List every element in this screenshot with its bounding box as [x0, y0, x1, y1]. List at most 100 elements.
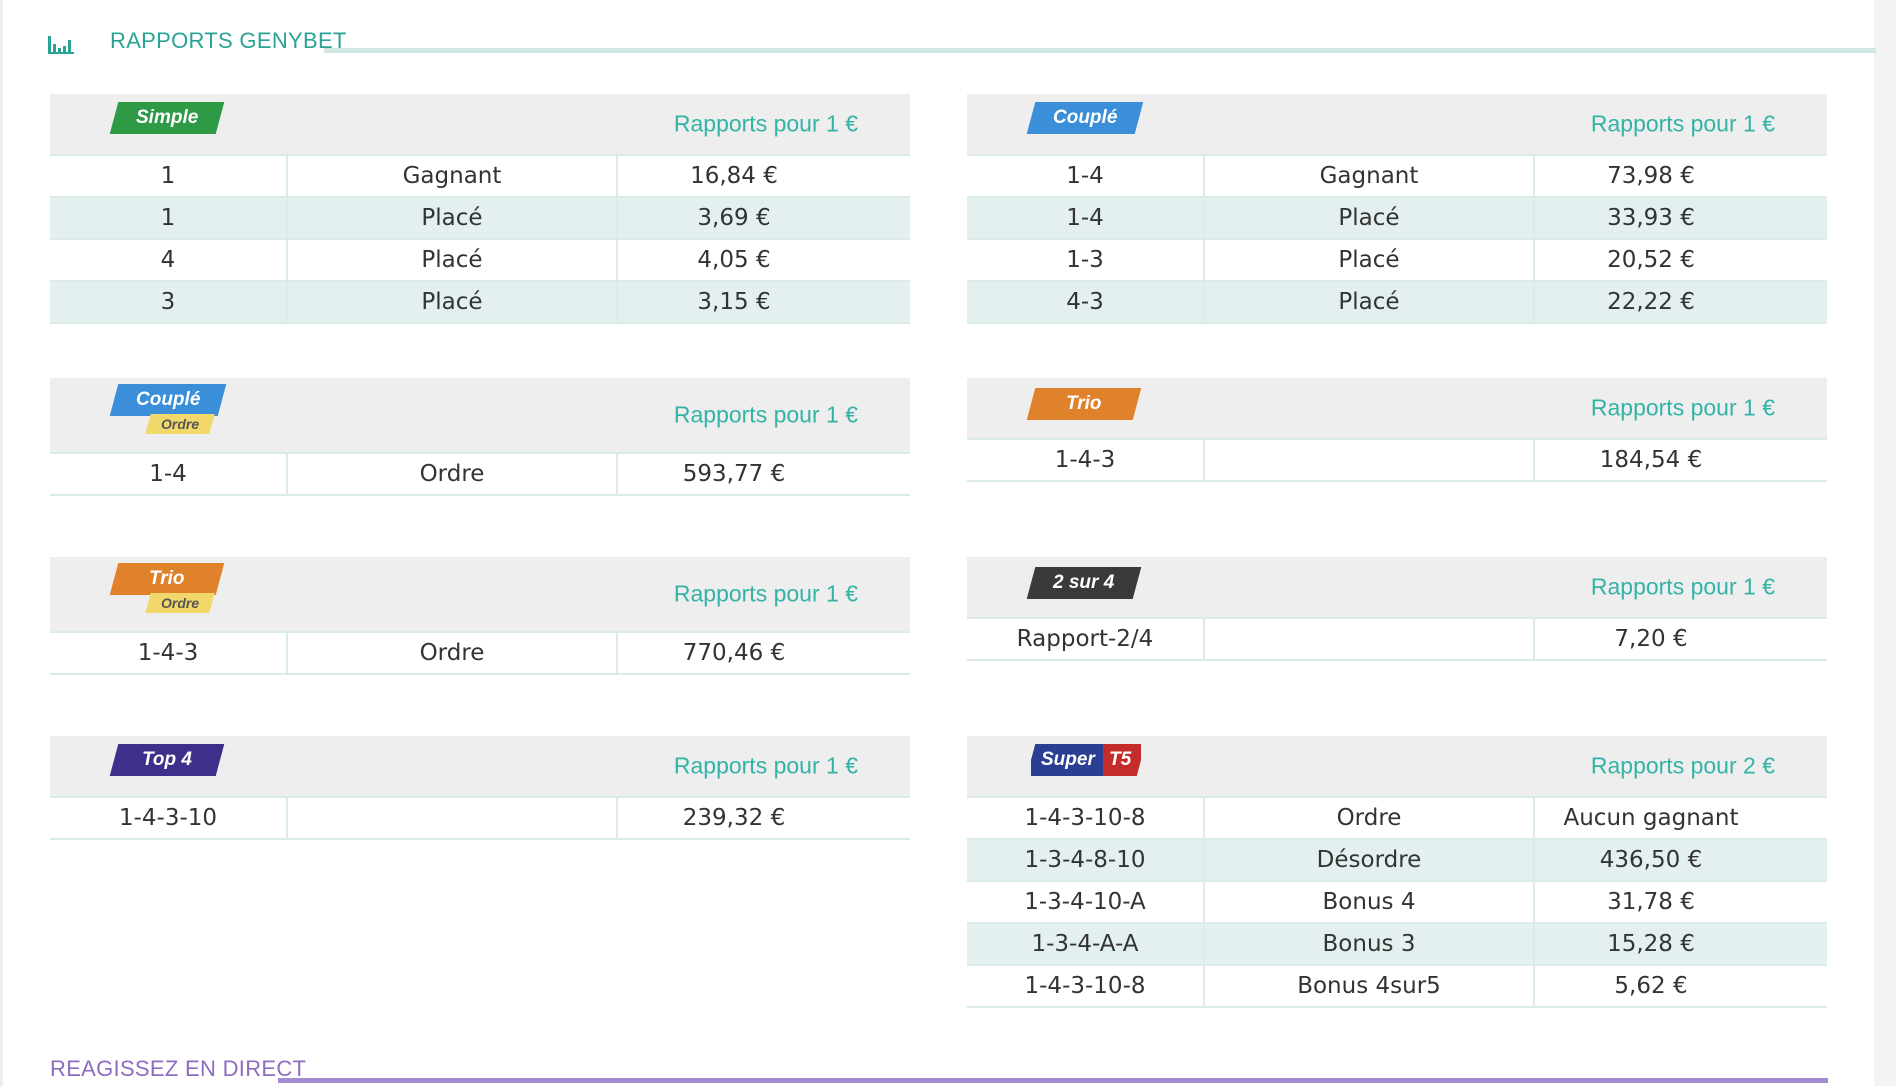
- rapport-value: 22,22 €: [1607, 289, 1695, 315]
- table-row: 3 Placé 3,15 €: [50, 282, 910, 324]
- combinaison: 1-4-3-10-8: [967, 798, 1205, 838]
- rapport-value: 15,28 €: [1607, 931, 1695, 957]
- page-right-gutter: [1874, 0, 1896, 1086]
- combinaison: 1-4-3-10: [50, 798, 288, 838]
- type: Placé: [288, 240, 618, 280]
- table-head: Trio Rapports pour 1 €: [967, 378, 1827, 440]
- rapports-section-title: RAPPORTS GENYBET: [110, 28, 347, 53]
- badge-top4: Top 4: [109, 744, 225, 776]
- rapport-label: Rapports pour 1 €: [673, 401, 858, 428]
- table-head: Simple Rapports pour 1 €: [50, 94, 910, 156]
- table-top4: Top 4 Rapports pour 1 € 1-4-3-10 239,32 …: [50, 736, 910, 840]
- type: Ordre: [288, 633, 618, 673]
- table-row: 1-3-4-8-10 Désordre 436,50 €: [967, 840, 1827, 882]
- combinaison: 1-3-4-10-A: [967, 882, 1205, 922]
- rapport-value: Aucun gagnant: [1563, 805, 1739, 831]
- type: Gagnant: [1205, 156, 1535, 196]
- rapports-section-rule: [324, 48, 1876, 53]
- rapport-value: 436,50 €: [1599, 847, 1703, 873]
- badge-trio: Trio: [109, 563, 225, 595]
- rapport-value: 239,32 €: [682, 805, 786, 831]
- page-left-edge: [0, 0, 3, 1086]
- table-row: 4-3 Placé 22,22 €: [967, 282, 1827, 324]
- combinaison: 4-3: [967, 282, 1205, 322]
- rapport-value: 16,84 €: [690, 163, 778, 189]
- table-row: 1-4-3-10 239,32 €: [50, 798, 910, 840]
- type: Placé: [1205, 198, 1535, 238]
- rapport-label: Rapports pour 1 €: [673, 110, 858, 137]
- combinaison: 1-3-4-8-10: [967, 840, 1205, 880]
- combinaison: 1-4: [50, 454, 288, 494]
- combinaison: Rapport-2/4: [967, 619, 1205, 659]
- combinaison: 1-4: [967, 156, 1205, 196]
- combinaison: 1: [50, 156, 288, 196]
- table-row: 1-3 Placé 20,52 €: [967, 240, 1827, 282]
- rapport-value: 3,15 €: [697, 289, 771, 315]
- type: Ordre: [288, 454, 618, 494]
- table-row: 1 Placé 3,69 €: [50, 198, 910, 240]
- rapport-value: 4,05 €: [697, 247, 771, 273]
- table-row: 1-4-3 Ordre 770,46 €: [50, 633, 910, 675]
- combinaison: 1-4: [967, 198, 1205, 238]
- table-trio: Trio Rapports pour 1 € 1-4-3 184,54 €: [967, 378, 1827, 482]
- rapport-value: 5,62 €: [1614, 973, 1688, 999]
- table-row: 1-3-4-A-A Bonus 3 15,28 €: [967, 924, 1827, 966]
- type: [1205, 619, 1535, 659]
- type: Bonus 4sur5: [1205, 966, 1535, 1006]
- combinaison: 1-4-3-10-8: [967, 966, 1205, 1006]
- combinaison: 1: [50, 198, 288, 238]
- rapport-value: 73,98 €: [1607, 163, 1695, 189]
- rapport-label: Rapports pour 2 €: [1590, 752, 1775, 779]
- badge-simple: Simple: [109, 102, 225, 134]
- reagissez-section-title: REAGISSEZ EN DIRECT: [50, 1056, 307, 1081]
- rapport-label: Rapports pour 1 €: [1590, 394, 1775, 421]
- table-row: Rapport-2/4 7,20 €: [967, 619, 1827, 661]
- rapport-label: Rapports pour 1 €: [673, 580, 858, 607]
- type: [288, 798, 618, 838]
- type: Placé: [288, 198, 618, 238]
- rapport-value: 184,54 €: [1599, 447, 1703, 473]
- rapport-value: 3,69 €: [697, 205, 771, 231]
- table-row: 1-4-3 184,54 €: [967, 440, 1827, 482]
- table-head: Couplé Rapports pour 1 €: [967, 94, 1827, 156]
- rapport-label: Rapports pour 1 €: [1590, 573, 1775, 600]
- table-row: 1-4-3-10-8 Bonus 4sur5 5,62 €: [967, 966, 1827, 1008]
- type: [1205, 440, 1535, 480]
- table-simple: Simple Rapports pour 1 € 1 Gagnant 16,84…: [50, 94, 910, 324]
- table-head: Top 4 Rapports pour 1 €: [50, 736, 910, 798]
- table-head: Couplé Ordre Rapports pour 1 €: [50, 378, 910, 454]
- combinaison: 1-4-3: [967, 440, 1205, 480]
- rapport-value: 20,52 €: [1607, 247, 1695, 273]
- table-couple-ordre: Couplé Ordre Rapports pour 1 € 1-4 Ordre…: [50, 378, 910, 496]
- combinaison: 1-3-4-A-A: [967, 924, 1205, 964]
- badge-2-sur-4: 2 sur 4: [1026, 567, 1142, 599]
- rapport-label: Rapports pour 1 €: [673, 752, 858, 779]
- type: Placé: [288, 282, 618, 322]
- rapport-label: Rapports pour 1 €: [1590, 110, 1775, 137]
- reagissez-section-rule: [278, 1078, 1828, 1083]
- type: Gagnant: [288, 156, 618, 196]
- badge-super-t5: Super T5: [1027, 744, 1146, 776]
- table-super-t5: Super T5 Rapports pour 2 € 1-4-3-10-8 Ord…: [967, 736, 1827, 1008]
- combinaison: 1-3: [967, 240, 1205, 280]
- table-row: 4 Placé 4,05 €: [50, 240, 910, 282]
- badge-couple: Couplé: [1026, 102, 1144, 134]
- badge-couple: Couplé: [109, 384, 227, 416]
- table-trio-ordre: Trio Ordre Rapports pour 1 € 1-4-3 Ordre…: [50, 557, 910, 675]
- table-row: 1-4 Ordre 593,77 €: [50, 454, 910, 496]
- rapport-value: 33,93 €: [1607, 205, 1695, 231]
- type: Ordre: [1205, 798, 1535, 838]
- rapport-value: 770,46 €: [682, 640, 786, 666]
- table-head: Super T5 Rapports pour 2 €: [967, 736, 1827, 798]
- bar-chart-icon: [48, 36, 74, 54]
- table-head: 2 sur 4 Rapports pour 1 €: [967, 557, 1827, 619]
- table-row: 1-4 Gagnant 73,98 €: [967, 156, 1827, 198]
- type: Bonus 3: [1205, 924, 1535, 964]
- type: Placé: [1205, 240, 1535, 280]
- table-row: 1-4-3-10-8 Ordre Aucun gagnant: [967, 798, 1827, 840]
- table-row: 1-4 Placé 33,93 €: [967, 198, 1827, 240]
- type: Bonus 4: [1205, 882, 1535, 922]
- table-2-sur-4: 2 sur 4 Rapports pour 1 € Rapport-2/4 7,…: [967, 557, 1827, 661]
- type: Placé: [1205, 282, 1535, 322]
- type: Désordre: [1205, 840, 1535, 880]
